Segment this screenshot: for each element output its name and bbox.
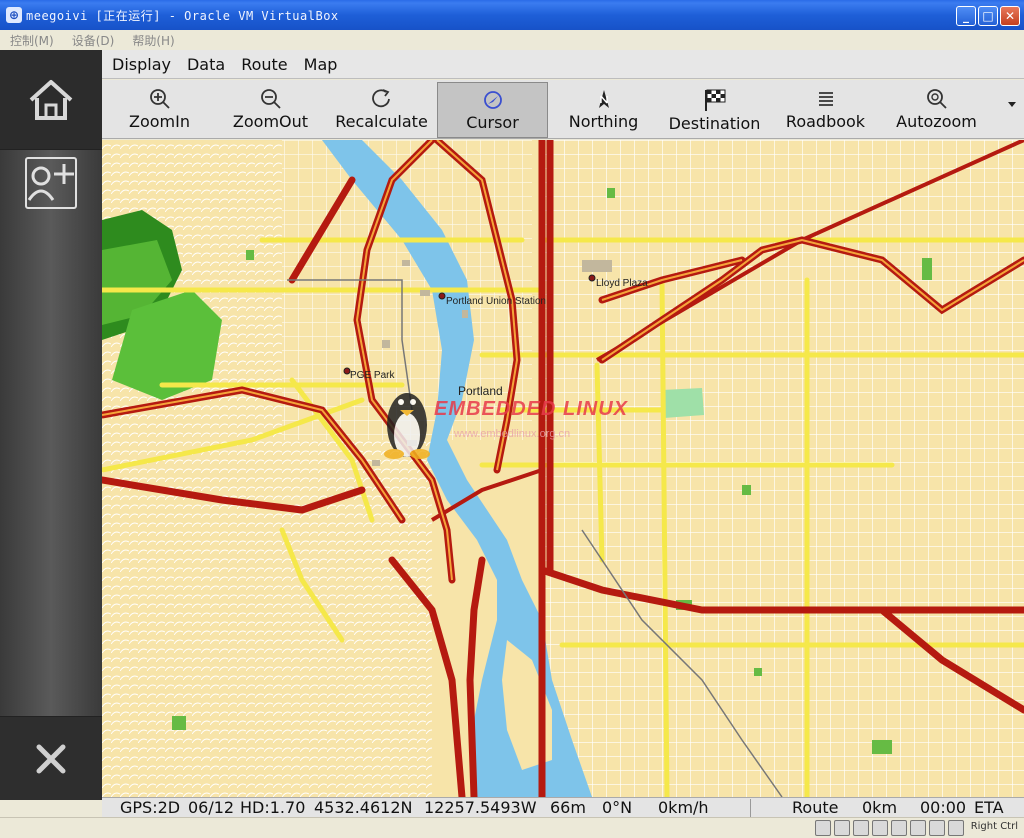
zoom-out-icon	[260, 89, 281, 109]
map-label-portland: Portland	[458, 384, 503, 398]
gps-heading: 0°N	[602, 798, 633, 817]
refresh-icon	[371, 89, 390, 108]
map-canvas[interactable]	[102, 140, 1024, 797]
toolbar: ZoomIn ZoomOut Recalculate Cursor Northi…	[102, 80, 1024, 139]
gps-longitude: 12257.5493W	[424, 798, 537, 817]
north-arrow-icon	[598, 90, 609, 108]
status-separator	[750, 799, 751, 817]
list-icon	[818, 92, 833, 106]
zoomout-label: ZoomOut	[232, 112, 309, 131]
vbox-statusbar: Right Ctrl	[0, 817, 1024, 838]
route-distance: 0km	[862, 798, 898, 817]
menu-route[interactable]: Route	[241, 55, 287, 74]
zoomin-label: ZoomIn	[129, 112, 190, 131]
northing-label: Northing	[568, 112, 639, 131]
map-label-union-station: Portland Union Station	[446, 296, 547, 307]
autozoom-label: Autozoom	[896, 112, 977, 131]
eta-label: ETA	[974, 798, 1004, 817]
app-menubar: Display Data Route Map	[102, 50, 1024, 79]
zoomin-button[interactable]: ZoomIn	[104, 82, 215, 138]
gps-speed: 0km/h	[658, 798, 709, 817]
vbox-menu-control[interactable]: 控制(M)	[10, 32, 54, 49]
watermark-text: EMBEDDED LINUX	[434, 398, 629, 420]
mouse-integration-icon[interactable]	[948, 820, 964, 836]
autozoom-button[interactable]: Autozoom	[881, 82, 992, 138]
gps-altitude: 66m	[550, 798, 586, 817]
route-label: Route	[792, 798, 839, 817]
cursor-label: Cursor	[466, 113, 519, 132]
gps-hdop: HD:1.70	[240, 798, 306, 817]
gps-status-bar: GPS:2D 06/12 HD:1.70 4532.4612N 12257.54…	[102, 797, 1024, 817]
menu-display[interactable]: Display	[112, 55, 171, 74]
close-icon	[36, 744, 66, 773]
map-view[interactable]: Portland Union Station Lloyd Plaza PGE P…	[102, 140, 1024, 797]
menu-map[interactable]: Map	[304, 55, 338, 74]
gps-latitude: 4532.4612N	[314, 798, 413, 817]
menu-data[interactable]: Data	[187, 55, 225, 74]
virtualization-icon[interactable]	[929, 820, 945, 836]
map-label-lloyd-plaza: Lloyd Plaza	[596, 278, 648, 289]
autozoom-icon	[926, 89, 947, 109]
cursor-icon	[483, 91, 502, 109]
recalculate-label: Recalculate	[335, 112, 428, 131]
window-titlebar: ⊕ meegoivi [正在运行] - Oracle VM VirtualBox…	[0, 0, 1024, 30]
sidebar-close-button[interactable]	[0, 716, 102, 800]
gps-date: 06/12	[188, 798, 235, 817]
add-contact-button[interactable]	[24, 156, 78, 210]
optical-drive-icon[interactable]	[834, 820, 850, 836]
toolbar-more-arrow-icon[interactable]	[1008, 102, 1016, 107]
vbox-menubar: 控制(M) 设备(D) 帮助(H)	[0, 30, 1024, 50]
roadbook-label: Roadbook	[785, 112, 866, 131]
maximize-button[interactable]: □	[978, 6, 998, 26]
usb-icon[interactable]	[853, 820, 869, 836]
sidebar	[0, 50, 102, 800]
host-key-label: Right Ctrl	[970, 821, 1018, 832]
minimize-button[interactable]: _	[956, 6, 976, 26]
home-icon	[29, 79, 73, 120]
zoomout-button[interactable]: ZoomOut	[215, 82, 326, 138]
home-button[interactable]	[0, 50, 102, 150]
checkered-flag-icon	[704, 89, 725, 111]
vbox-menu-help[interactable]: 帮助(H)	[132, 32, 174, 49]
hard-disk-icon[interactable]	[815, 820, 831, 836]
window-title: meegoivi [正在运行] - Oracle VM VirtualBox	[26, 8, 339, 23]
recalculate-button[interactable]: Recalculate	[326, 82, 437, 138]
eta-time: 00:00	[920, 798, 967, 817]
close-window-button[interactable]: ✕	[1000, 6, 1020, 26]
vbox-menu-devices[interactable]: 设备(D)	[72, 32, 115, 49]
destination-label: Destination	[668, 114, 761, 133]
gps-mode: GPS:2D	[120, 798, 181, 817]
add-contact-icon	[25, 157, 77, 209]
watermark-url: www.embedlinux.org.cn	[454, 428, 571, 440]
destination-button[interactable]: Destination	[659, 82, 770, 138]
virtualbox-icon: ⊕	[6, 7, 22, 23]
roadbook-button[interactable]: Roadbook	[770, 82, 881, 138]
network-icon[interactable]	[872, 820, 888, 836]
zoom-in-icon	[149, 89, 170, 109]
shared-folder-icon[interactable]	[891, 820, 907, 836]
map-label-pge-park: PGE Park	[350, 370, 395, 381]
northing-button[interactable]: Northing	[548, 82, 659, 138]
cursor-button[interactable]: Cursor	[437, 82, 548, 138]
display-icon[interactable]	[910, 820, 926, 836]
